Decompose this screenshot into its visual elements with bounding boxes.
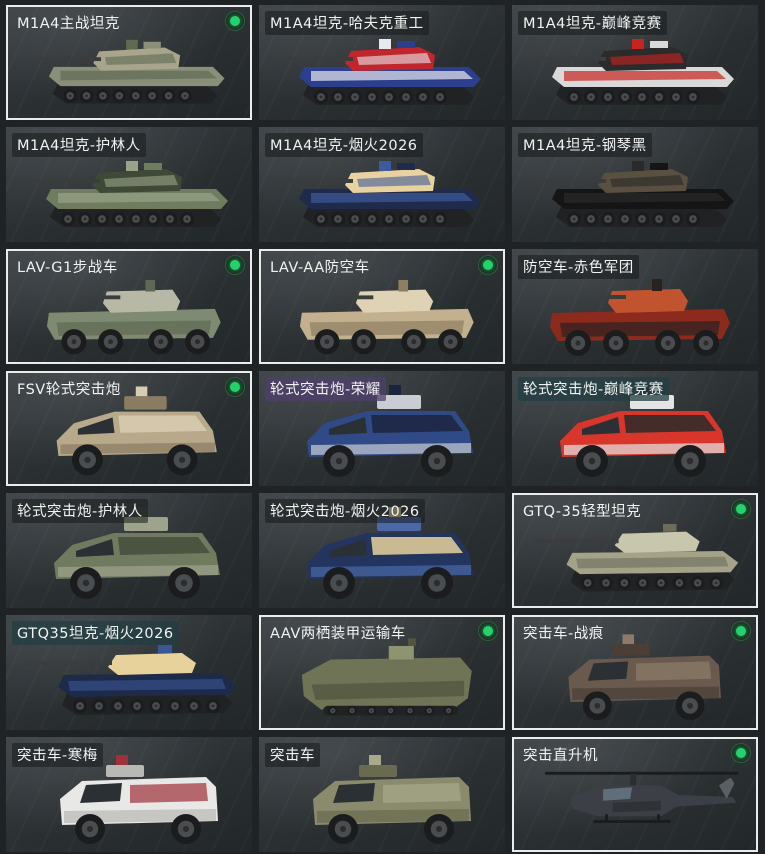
vehicle-name: LAV-AA防空车 [270, 260, 370, 276]
vehicle-card[interactable]: 轮式突击炮-巅峰竞赛 [512, 371, 758, 486]
vehicle-name: GTQ35坦克-烟火2026 [12, 621, 179, 645]
tank-body [526, 39, 734, 105]
vehicle-name: GTQ-35轻型坦克 [523, 504, 642, 520]
vehicle-skin-grid: M1A4主战坦克 M1A4坦克-哈夫克重工 M1A4坦克-巅峰竞赛 M1A4坦克-护林… [0, 0, 765, 854]
vehicle-card[interactable]: 轮式突击炮-荣耀 [259, 371, 505, 486]
aav-body [301, 638, 472, 716]
owned-status-icon [732, 622, 750, 640]
owned-status-icon [226, 12, 244, 30]
tank-body [526, 161, 734, 227]
tank-body [20, 161, 228, 227]
vehicle-name: 突击车-寒梅 [12, 743, 103, 767]
vehicle-name: 轮式突击炮-荣耀 [265, 377, 386, 401]
vehicle-name: 突击车-战痕 [523, 626, 604, 642]
vehicle-card[interactable]: M1A4坦克-巅峰竞赛 [512, 5, 758, 120]
vehicle-name: M1A4坦克-巅峰竞赛 [518, 11, 667, 35]
vehicle-name: M1A4坦克-烟火2026 [265, 133, 423, 157]
owned-status-icon [226, 378, 244, 396]
vehicle-name: M1A4坦克-护林人 [12, 133, 146, 157]
vehicle-name: M1A4主战坦克 [17, 16, 120, 32]
vehicle-card[interactable]: 突击车-寒梅 [6, 737, 252, 852]
vehicle-name: 突击车 [265, 743, 320, 767]
vehicle-card[interactable]: LAV-AA防空车 [259, 249, 505, 364]
owned-status-icon [226, 256, 244, 274]
vehicle-card[interactable]: LAV-G1步战车 [6, 249, 252, 364]
vehicle-card[interactable]: M1A4坦克-钢琴黑 [512, 127, 758, 242]
vehicle-card[interactable]: AAV两栖装甲运输车 [259, 615, 505, 730]
vehicle-name: LAV-G1步战车 [17, 260, 118, 276]
vehicle-card[interactable]: 突击车-战痕 [512, 615, 758, 730]
mrap-body [568, 634, 721, 721]
vehicle-name: M1A4坦克-哈夫克重工 [265, 11, 429, 35]
owned-status-icon [479, 622, 497, 640]
vehicle-card[interactable]: 突击直升机 [512, 737, 758, 852]
tank-body [273, 39, 481, 105]
lighttank-body [24, 645, 236, 715]
vehicle-card[interactable]: 轮式突击炮-烟火2026 [259, 493, 505, 608]
lighttank-body [533, 523, 739, 592]
vehicle-card[interactable]: 轮式突击炮-护林人 [6, 493, 252, 608]
apc-body [550, 279, 730, 356]
vehicle-name: 轮式突击炮-巅峰竞赛 [518, 377, 669, 401]
vehicle-card[interactable]: M1A4坦克-烟火2026 [259, 127, 505, 242]
vehicle-name: 轮式突击炮-烟火2026 [265, 499, 425, 523]
vehicle-card[interactable]: M1A4坦克-护林人 [6, 127, 252, 242]
apc-body [46, 279, 221, 355]
vehicle-name: 突击直升机 [523, 748, 598, 764]
vehicle-name: 轮式突击炮-护林人 [12, 499, 148, 523]
vehicle-card[interactable]: GTQ35坦克-烟火2026 [6, 615, 252, 730]
tank-body [273, 161, 481, 227]
vehicle-name: AAV两栖装甲运输车 [270, 626, 406, 642]
vehicle-card[interactable]: M1A4坦克-哈夫克重工 [259, 5, 505, 120]
vehicle-card[interactable]: 突击车 [259, 737, 505, 852]
vehicle-card[interactable]: GTQ-35轻型坦克 [512, 493, 758, 608]
mrap-body [313, 755, 471, 844]
heli-body [545, 771, 739, 823]
owned-status-icon [732, 500, 750, 518]
vehicle-card[interactable]: 防空车-赤色军团 [512, 249, 758, 364]
vehicle-name: M1A4坦克-钢琴黑 [518, 133, 652, 157]
apc-body [299, 279, 474, 355]
vehicle-card[interactable]: M1A4主战坦克 [6, 5, 252, 120]
mrap-body [60, 755, 218, 844]
vehicle-name: 防空车-赤色军团 [518, 255, 639, 279]
owned-status-icon [479, 256, 497, 274]
vehicle-card[interactable]: FSV轮式突击炮 [6, 371, 252, 486]
owned-status-icon [732, 744, 750, 762]
tank-body [23, 39, 225, 104]
vehicle-name: FSV轮式突击炮 [17, 382, 121, 398]
